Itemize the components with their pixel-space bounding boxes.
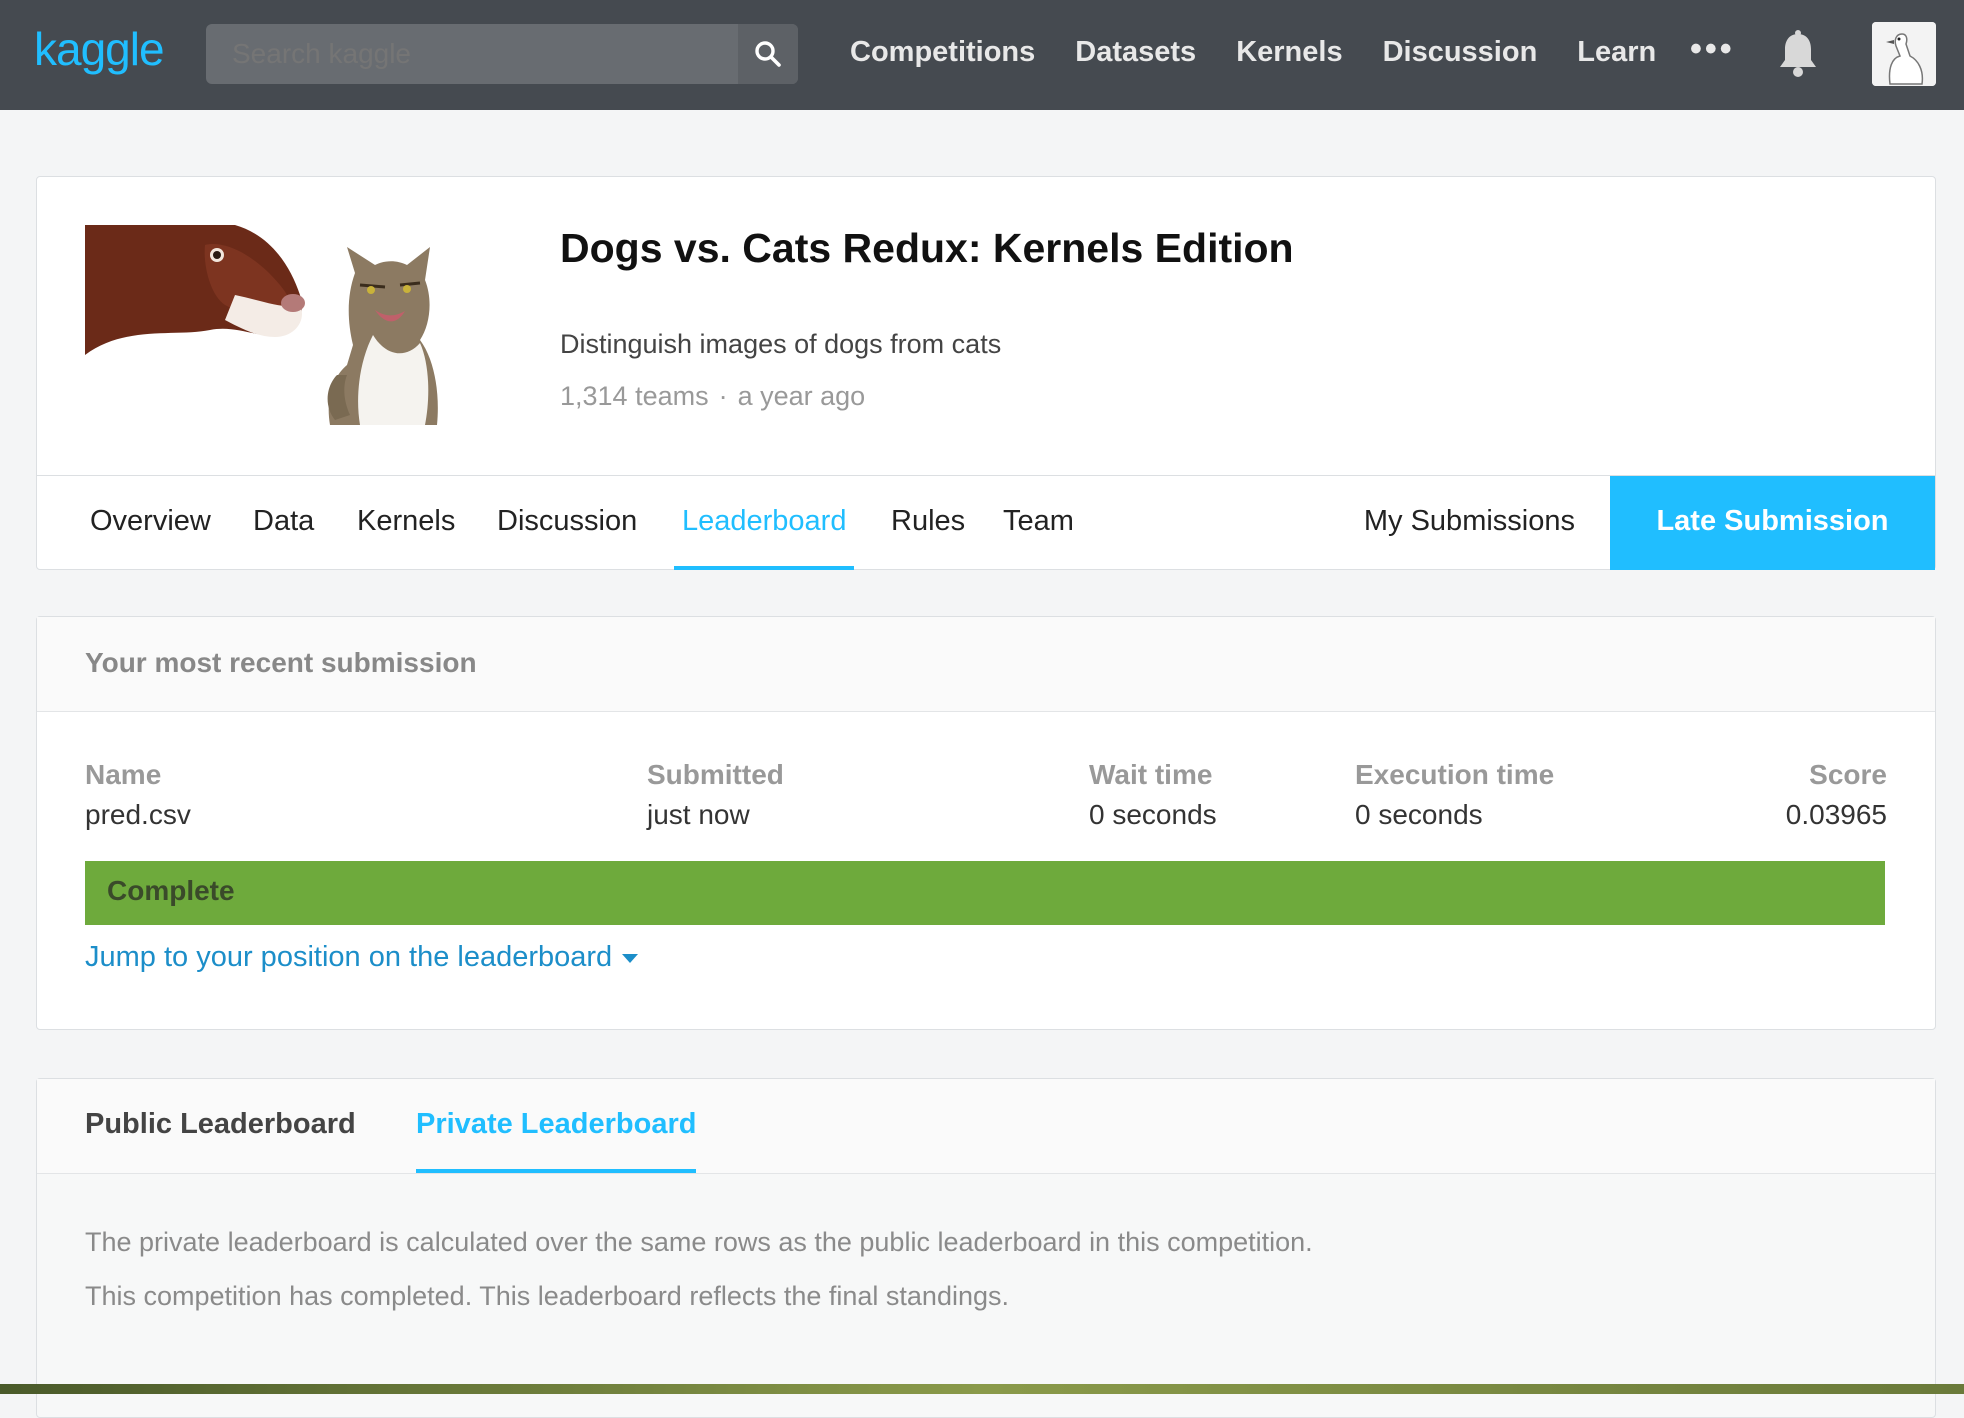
nav-learn[interactable]: Learn xyxy=(1577,0,1656,110)
submission-wait-time: 0 seconds xyxy=(1089,799,1217,830)
notifications-bell-icon[interactable] xyxy=(1776,30,1820,83)
teams-count: 1,314 teams xyxy=(560,381,709,411)
competition-title: Dogs vs. Cats Redux: Kernels Edition xyxy=(560,225,1294,271)
status-label: Complete xyxy=(107,875,235,906)
search-box[interactable] xyxy=(206,24,798,84)
tab-kernels[interactable]: Kernels xyxy=(357,476,455,570)
dog-image xyxy=(85,225,305,355)
leaderboard-card: Public Leaderboard Private Leaderboard T… xyxy=(36,1078,1936,1418)
kaggle-logo[interactable]: kaggle xyxy=(34,22,165,76)
column-header: Wait time xyxy=(1089,759,1213,790)
leaderboard-note: The private leaderboard is calculated ov… xyxy=(85,1227,1313,1257)
cat-image xyxy=(327,247,438,425)
tab-team[interactable]: Team xyxy=(1003,476,1074,570)
submission-name-column: Name pred.csv xyxy=(85,759,191,831)
submission-file-name: pred.csv xyxy=(85,799,191,830)
goose-avatar-icon xyxy=(1872,22,1936,86)
search-icon xyxy=(755,41,781,67)
main-nav-links: Competitions Datasets Kernels Discussion… xyxy=(850,0,1696,110)
submission-score-column: Score 0.03965 xyxy=(1786,759,1887,831)
submission-execution-column: Execution time 0 seconds xyxy=(1355,759,1554,831)
competition-subnav: Overview Data Kernels Discussion Leaderb… xyxy=(37,475,1935,570)
nav-datasets[interactable]: Datasets xyxy=(1075,0,1196,110)
late-submission-button[interactable]: Late Submission xyxy=(1610,476,1935,570)
nav-kernels[interactable]: Kernels xyxy=(1236,0,1342,110)
leaderboard-tabs: Public Leaderboard Private Leaderboard xyxy=(37,1079,1935,1174)
tab-rules[interactable]: Rules xyxy=(891,476,965,570)
tab-discussion[interactable]: Discussion xyxy=(497,476,637,570)
submission-status-bar: Complete xyxy=(85,861,1885,925)
submission-card-header: Your most recent submission xyxy=(37,617,1935,712)
search-button[interactable] xyxy=(738,24,798,84)
user-avatar[interactable] xyxy=(1872,22,1936,86)
column-header: Submitted xyxy=(647,759,784,790)
meta-separator: · xyxy=(718,381,728,411)
tab-data[interactable]: Data xyxy=(253,476,314,570)
nav-competitions[interactable]: Competitions xyxy=(850,0,1035,110)
leaderboard-note: This competition has completed. This lea… xyxy=(85,1281,1009,1311)
tab-public-leaderboard[interactable]: Public Leaderboard xyxy=(85,1079,356,1173)
top-navigation-bar: kaggle Competitions Datasets Kernels Dis… xyxy=(0,0,1964,110)
caret-down-icon xyxy=(622,953,639,963)
submission-submitted-time: just now xyxy=(647,799,750,830)
submission-score: 0.03965 xyxy=(1785,799,1887,830)
submission-wait-column: Wait time 0 seconds xyxy=(1089,759,1217,831)
submission-submitted-column: Submitted just now xyxy=(647,759,784,831)
competition-age: a year ago xyxy=(737,381,866,411)
tab-overview[interactable]: Overview xyxy=(90,476,211,570)
jump-link-label: Jump to your position on the leaderboard xyxy=(85,941,613,973)
submission-execution-time: 0 seconds xyxy=(1355,799,1483,830)
recent-submission-card: Your most recent submission Name pred.cs… xyxy=(36,616,1936,1030)
column-header: Name xyxy=(85,759,162,790)
competition-description: Distinguish images of dogs from cats xyxy=(560,329,1002,359)
search-input[interactable] xyxy=(232,24,752,84)
jump-to-position-link[interactable]: Jump to your position on the leaderboard xyxy=(85,941,639,974)
column-header: Execution time xyxy=(1355,759,1555,790)
tab-private-leaderboard[interactable]: Private Leaderboard xyxy=(416,1079,697,1173)
competition-header-card: Dogs vs. Cats Redux: Kernels Edition Dis… xyxy=(36,176,1936,570)
submission-heading: Your most recent submission xyxy=(85,647,477,678)
tab-leaderboard[interactable]: Leaderboard xyxy=(673,476,855,570)
taskbar-edge xyxy=(0,1384,1964,1394)
competition-image xyxy=(85,225,517,425)
column-header: Score xyxy=(1809,759,1887,790)
competition-meta: 1,314 teams · a year ago xyxy=(560,381,865,412)
nav-discussion[interactable]: Discussion xyxy=(1383,0,1538,110)
more-menu-icon[interactable]: ••• xyxy=(1690,30,1735,69)
my-submissions-link[interactable]: My Submissions xyxy=(1364,476,1575,566)
